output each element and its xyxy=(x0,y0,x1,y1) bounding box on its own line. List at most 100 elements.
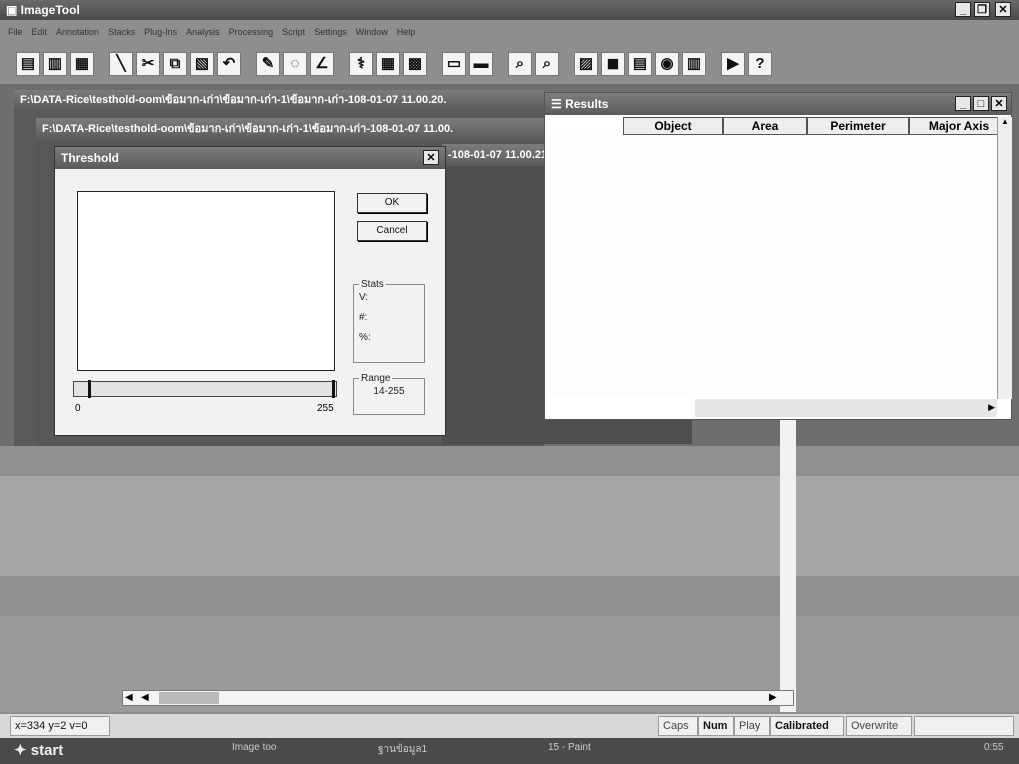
image-hscrollbar[interactable]: ◀ ◀ ▶ xyxy=(122,690,794,706)
magnify-icon[interactable]: ⌕ xyxy=(508,52,532,76)
stats-percent-label: %: xyxy=(359,332,371,343)
new-icon[interactable]: ▤ xyxy=(16,52,40,76)
menu-item-annotation[interactable]: Annotation xyxy=(56,27,99,37)
results-col-major-axis[interactable]: Major Axis xyxy=(909,117,1009,135)
angle-icon[interactable]: ∠ xyxy=(310,52,334,76)
menu-item-settings[interactable]: Settings xyxy=(314,27,347,37)
maximize-button[interactable]: ❐ xyxy=(974,2,990,17)
start-label: start xyxy=(30,742,64,759)
scroll-left2-arrow-icon[interactable]: ◀ xyxy=(141,692,153,704)
help-icon[interactable]: ? xyxy=(748,52,772,76)
scroll-left-arrow-icon[interactable]: ◀ xyxy=(125,692,137,704)
results-col-object[interactable]: Object xyxy=(623,117,723,135)
magnify2-icon[interactable]: ⌕ xyxy=(535,52,559,76)
menu-item-analysis[interactable]: Analysis xyxy=(186,27,220,37)
fill-icon[interactable]: ▭ xyxy=(442,52,466,76)
results-window: ☰ Results _ □ ✕ Object Area Perimeter Major… xyxy=(544,92,1012,420)
menu-item-edit[interactable]: Edit xyxy=(32,27,48,37)
status-play: Play xyxy=(734,716,770,736)
canvas-divider xyxy=(780,416,796,712)
slider-min-thumb[interactable] xyxy=(88,380,91,398)
scroll-thumb[interactable] xyxy=(159,692,219,704)
toolbar: ▤ ▥ ▦ ╲ ✂ ⧉ ▧ ↶ ✎ ◌ ∠ ⚕ ▦ ▩ ▭ ▬ ⌕ ⌕ ▨ ◼ ▤ ◉ ▥ ▶? xyxy=(16,52,916,78)
scroll-right-arrow-icon[interactable]: ▶ xyxy=(769,692,781,704)
cut-icon[interactable]: ✂ xyxy=(136,52,160,76)
minimize-button[interactable]: _ xyxy=(955,2,971,17)
stamp-icon[interactable]: ◉ xyxy=(655,52,679,76)
pencil-icon[interactable]: ✎ xyxy=(256,52,280,76)
image-icon[interactable]: ◼ xyxy=(601,52,625,76)
lasso-icon[interactable]: ◌ xyxy=(283,52,307,76)
threshold-close-button[interactable]: ✕ xyxy=(423,150,439,165)
copy-icon[interactable]: ⧉ xyxy=(163,52,187,76)
results-close-button[interactable]: ✕ xyxy=(991,96,1007,111)
results-title-bar[interactable]: ☰ Results xyxy=(545,93,1011,115)
results-table-header: Object Area Perimeter Major Axis xyxy=(623,117,1011,135)
stats-count-label: #: xyxy=(359,312,368,323)
image-band xyxy=(0,476,1019,576)
chart-icon[interactable]: ▨ xyxy=(574,52,598,76)
status-num: Num xyxy=(698,716,734,736)
menu-item-plugins[interactable]: Plug-Ins xyxy=(144,27,177,37)
ok-button[interactable]: OK xyxy=(357,193,427,213)
status-calibrated: Calibrated xyxy=(770,716,844,736)
menu-item-processing[interactable]: Processing xyxy=(229,27,274,37)
zoom-icon[interactable]: ⚕ xyxy=(349,52,373,76)
menu-item-window[interactable]: Window xyxy=(356,27,388,37)
app-title-bar: ▣ ImageTool xyxy=(0,0,1019,20)
stats-legend: Stats xyxy=(361,279,384,290)
play-icon[interactable]: ▶ xyxy=(721,52,745,76)
image-window-2-title[interactable]: F:\DATA-Rice\testhold-oom\ข้อมาก-เก่า\ข้… xyxy=(36,118,544,140)
save-icon[interactable]: ▦ xyxy=(70,52,94,76)
paste-icon[interactable]: ▧ xyxy=(190,52,214,76)
line-icon[interactable]: ╲ xyxy=(109,52,133,76)
threshold-title-bar[interactable]: Threshold xyxy=(55,147,445,169)
menu-item-script[interactable]: Script xyxy=(282,27,305,37)
app-icon: ▣ xyxy=(6,3,21,17)
grid-icon[interactable]: ▦ xyxy=(376,52,400,76)
results-vscrollbar[interactable]: ▲ xyxy=(997,117,1012,399)
stats-v-label: V: xyxy=(359,292,369,303)
results-col-area[interactable]: Area xyxy=(723,117,807,135)
close-button[interactable]: ✕ xyxy=(995,2,1011,17)
image-window-1-title[interactable]: F:\DATA-Rice\testhold-oom\ข้อมาก-เก่า\ข้… xyxy=(14,90,544,110)
image-canvas xyxy=(0,416,1019,712)
results-icon: ☰ xyxy=(551,97,566,111)
range-value: 14-255 xyxy=(373,386,405,397)
undo-icon[interactable]: ↶ xyxy=(217,52,241,76)
stats-group: Stats V: #: %: xyxy=(353,279,425,363)
slider-max-thumb[interactable] xyxy=(332,380,335,398)
results-minimize-button[interactable]: _ xyxy=(955,96,971,111)
taskbar-clock: 0:55 xyxy=(984,742,1004,753)
start-button[interactable]: ✦ start xyxy=(14,740,63,762)
slider-min-label: 0 xyxy=(75,403,81,414)
results-col-perimeter[interactable]: Perimeter xyxy=(807,117,909,135)
results-hscrollbar[interactable]: ▶ xyxy=(695,399,997,417)
threshold-slider[interactable] xyxy=(73,380,337,398)
threshold-title: Threshold xyxy=(61,151,120,165)
menu-item-stacks[interactable]: Stacks xyxy=(108,27,135,37)
status-overwrite: Overwrite xyxy=(846,716,912,736)
taskbar xyxy=(0,738,1019,764)
histogram-area xyxy=(77,191,335,371)
status-coords: x=334 y=2 v=0 xyxy=(10,716,110,736)
open-icon[interactable]: ▥ xyxy=(43,52,67,76)
threshold-dialog: Threshold ✕ OK Cancel Stats V: #: %: 0 2… xyxy=(54,146,446,436)
menu-bar: File Edit Annotation Stacks Plug-Ins Analysis… xyxy=(8,22,1008,37)
scroll-up-arrow-icon[interactable]: ▲ xyxy=(998,117,1012,126)
results-maximize-button[interactable]: □ xyxy=(973,96,989,111)
status-blank xyxy=(914,716,1014,736)
results-table-body xyxy=(545,135,997,397)
menu-item-help[interactable]: Help xyxy=(397,27,416,37)
taskbar-item-imagetool[interactable]: Image too xyxy=(232,742,276,753)
grid2-icon[interactable]: ▩ xyxy=(403,52,427,76)
doc-icon[interactable]: ▤ xyxy=(628,52,652,76)
cancel-button[interactable]: Cancel xyxy=(357,221,427,241)
taskbar-item-database[interactable]: ฐานข้อมูล1 xyxy=(378,742,427,757)
rect-icon[interactable]: ▬ xyxy=(469,52,493,76)
bars-icon[interactable]: ▥ xyxy=(682,52,706,76)
taskbar-item-paint[interactable]: 15 - Paint xyxy=(548,742,591,753)
menu-item-file[interactable]: File xyxy=(8,27,23,37)
scroll-right-arrow-icon[interactable]: ▶ xyxy=(988,402,995,413)
start-icon: ✦ xyxy=(14,742,31,759)
